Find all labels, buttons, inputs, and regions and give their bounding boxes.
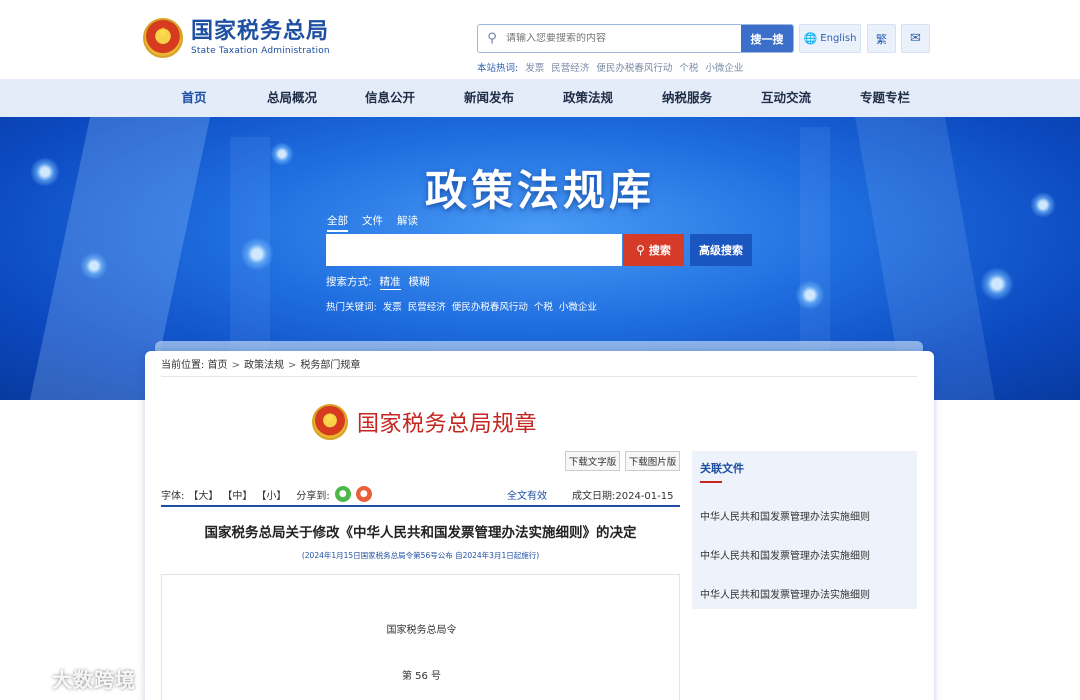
regulation-header-title: 国家税务总局规章: [357, 412, 538, 437]
tab-all[interactable]: 全部: [327, 213, 348, 232]
title-divider: [161, 505, 680, 507]
national-emblem-icon: [143, 18, 183, 58]
regulation-header: 国家税务总局规章: [312, 404, 537, 440]
nav-item-news[interactable]: 新闻发布: [449, 79, 529, 117]
hotword-link[interactable]: 个税: [679, 63, 698, 74]
related-files-panel: 关联文件 中华人民共和国发票管理办法实施细则 中华人民共和国发票管理办法实施细则…: [692, 451, 917, 609]
nav-item-policy[interactable]: 政策法规: [548, 79, 628, 117]
related-file-link[interactable]: 中华人民共和国发票管理办法实施细则: [700, 586, 870, 601]
divider: [161, 376, 917, 377]
site-logo[interactable]: 国家税务总局 State Taxation Administration: [143, 18, 330, 58]
related-files-title: 关联文件: [700, 462, 744, 475]
search-mode-label: 搜索方式:: [326, 276, 372, 288]
search-icon: ⚲: [487, 31, 497, 46]
watermark-logo-icon: [8, 671, 46, 686]
hot-keyword-link[interactable]: 民营经济: [408, 302, 446, 313]
banner-search-tabs: 全部 文件 解读: [327, 213, 432, 232]
watermark-text: 大数跨境: [52, 668, 136, 692]
hotword-link[interactable]: 便民办税春风行动: [596, 63, 672, 74]
logo-title-en: State Taxation Administration: [191, 46, 330, 56]
mode-exact[interactable]: 精准: [379, 274, 401, 290]
mode-fuzzy[interactable]: 模糊: [409, 274, 430, 290]
banner-hot-keywords: 热门关键词: 发票 民营经济 便民办税春风行动 个税 小微企业: [326, 299, 597, 313]
hot-keywords-label: 热门关键词:: [326, 302, 377, 313]
font-size-medium[interactable]: 【中】: [222, 487, 252, 502]
article-toolbar: 字体: 【大】 【中】 【小】 分享到: ● ●: [161, 486, 372, 502]
related-file-link[interactable]: 中华人民共和国发票管理办法实施细则: [700, 508, 870, 523]
hotword-link[interactable]: 民营经济: [551, 63, 589, 74]
advanced-search-button[interactable]: 高级搜索: [690, 234, 752, 266]
breadcrumb: 当前位置: 首页 > 政策法规 > 税务部门规章: [161, 360, 361, 371]
document-subtitle: (2024年1月15日国家税务总局令第56号公布 自2024年3月1日起施行): [301, 551, 540, 560]
weibo-share-icon[interactable]: ●: [355, 486, 372, 502]
banner-light: [80, 252, 108, 280]
breadcrumb-label: 当前位置:: [161, 360, 205, 371]
wechat-share-icon[interactable]: ●: [334, 486, 351, 502]
site-search-button[interactable]: 搜一搜: [741, 25, 793, 52]
tab-interpretation[interactable]: 解读: [397, 213, 418, 232]
font-size-large[interactable]: 【大】: [188, 487, 218, 502]
policy-search-input[interactable]: [326, 234, 622, 266]
mail-button[interactable]: ✉: [901, 24, 930, 53]
document-body: 国家税务总局令 第 56 号: [161, 574, 680, 700]
font-size-small[interactable]: 【小】: [256, 487, 286, 502]
font-size-label: 字体:: [161, 490, 185, 502]
document-order-heading: 国家税务总局令: [386, 625, 457, 636]
document-title: 国家税务总局关于修改《中华人民共和国发票管理办法实施细则》的决定: [204, 525, 637, 541]
document-date-label: 成文日期:: [572, 491, 616, 502]
nav-item-interaction[interactable]: 互动交流: [746, 79, 826, 117]
document-order-number: 第 56 号: [401, 671, 442, 682]
logo-title-cn: 国家税务总局: [191, 19, 330, 44]
site-hotwords: 本站热词: 发票 民营经济 便民办税春风行动 个税 小微企业: [477, 60, 743, 74]
breadcrumb-home[interactable]: 首页: [208, 360, 228, 371]
banner-light: [980, 267, 1014, 301]
banner-light: [240, 237, 274, 271]
hot-keyword-link[interactable]: 发票: [383, 302, 402, 313]
banner-title: 政策法规库: [424, 166, 655, 215]
watermark: 大数跨境: [8, 664, 136, 693]
nav-item-disclosure[interactable]: 信息公开: [350, 79, 430, 117]
document-date: 成文日期:2024-01-15: [572, 487, 674, 502]
site-header: 国家税务总局 State Taxation Administration ⚲ 搜…: [0, 0, 1080, 79]
policy-search-button[interactable]: ⚲ 搜索: [623, 234, 684, 266]
hot-keyword-link[interactable]: 个税: [534, 302, 553, 313]
share-label: 分享到:: [296, 490, 330, 502]
tab-documents[interactable]: 文件: [362, 213, 383, 232]
download-image-button[interactable]: 下载图片版: [625, 451, 680, 471]
banner-light: [795, 280, 825, 310]
english-label: English: [820, 33, 857, 44]
national-emblem-icon: [312, 404, 348, 440]
hotword-link[interactable]: 小微企业: [705, 63, 743, 74]
related-title-underline: [700, 481, 722, 483]
validity-status: 全文有效: [507, 491, 547, 502]
hot-keyword-link[interactable]: 便民办税春风行动: [452, 302, 528, 313]
english-button[interactable]: 🌐 English: [799, 24, 861, 53]
hotword-link[interactable]: 发票: [525, 63, 544, 74]
traditional-chinese-button[interactable]: 繁: [867, 24, 896, 53]
policy-search-label: 搜索: [648, 244, 671, 257]
download-text-button[interactable]: 下载文字版: [565, 451, 620, 471]
globe-icon: 🌐: [803, 32, 818, 45]
search-mode: 搜索方式: 精准 模糊: [326, 274, 438, 290]
mail-icon: ✉: [910, 31, 921, 46]
hotwords-label: 本站热词:: [477, 63, 519, 74]
related-file-link[interactable]: 中华人民共和国发票管理办法实施细则: [700, 547, 870, 562]
search-icon: ⚲: [636, 243, 645, 257]
nav-item-home[interactable]: 首页: [154, 79, 234, 117]
document-date-value: 2024-01-15: [615, 491, 674, 502]
nav-item-topics[interactable]: 专题专栏: [845, 79, 925, 117]
breadcrumb-current[interactable]: 税务部门规章: [300, 360, 360, 371]
main-nav: 首页 总局概况 信息公开 新闻发布 政策法规 纳税服务 互动交流 专题专栏: [0, 79, 1080, 117]
hot-keyword-link[interactable]: 小微企业: [559, 302, 597, 313]
nav-item-overview[interactable]: 总局概况: [252, 79, 332, 117]
site-search-input[interactable]: [506, 33, 741, 44]
site-search: ⚲ 搜一搜: [477, 24, 794, 53]
breadcrumb-policy[interactable]: 政策法规: [244, 360, 284, 371]
nav-item-tax-service[interactable]: 纳税服务: [647, 79, 727, 117]
